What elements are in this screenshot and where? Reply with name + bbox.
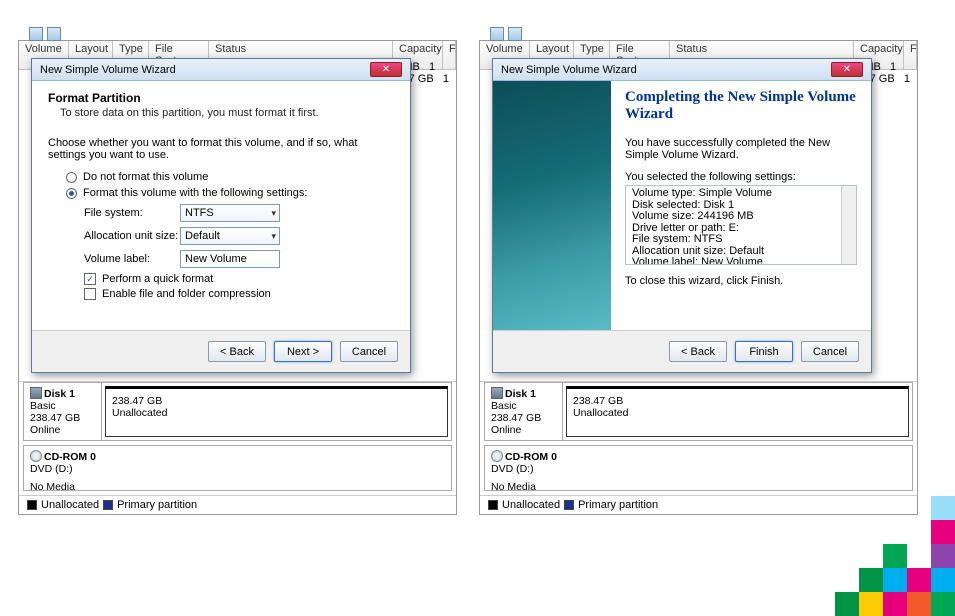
wizard-titlebar[interactable]: New Simple Volume Wizard ✕ <box>493 59 871 81</box>
vol-state: Unallocated <box>573 407 902 419</box>
vol-size: 238.47 GB <box>573 395 902 407</box>
summary-line: Volume label: New Volume <box>632 257 850 265</box>
radio-label: Format this volume with the following se… <box>83 187 307 199</box>
cd-icon <box>30 450 42 462</box>
cdrom-name: CD-ROM 0 <box>44 451 96 463</box>
disk-status: Online <box>491 424 556 436</box>
label-allocation: Allocation unit size: <box>84 230 180 242</box>
back-button[interactable]: < Back <box>208 341 266 362</box>
cdrom-status: No Media <box>30 481 445 493</box>
summary-line: File system: NTFS <box>632 234 850 246</box>
radio-label: Do not format this volume <box>83 171 208 183</box>
disk-size: 238.47 GB <box>30 412 95 424</box>
toolbar <box>29 27 61 41</box>
radio-icon <box>66 188 77 199</box>
combo-filesystem[interactable]: NTFS <box>180 204 280 222</box>
cd-icon <box>491 450 503 462</box>
toolbar-icon[interactable] <box>490 27 504 41</box>
vol-state: Unallocated <box>112 407 441 419</box>
legend-swatch-unallocated <box>27 500 37 510</box>
scrollbar[interactable] <box>841 186 856 264</box>
check-compression[interactable]: Enable file and folder compression <box>84 288 394 300</box>
legend-swatch-primary <box>103 500 113 510</box>
cdrom-name: CD-ROM 0 <box>505 451 557 463</box>
volume-box[interactable]: 238.47 GB Unallocated <box>105 386 448 437</box>
wizard-banner-image <box>493 81 611 330</box>
legend-swatch-unallocated <box>488 500 498 510</box>
disk-row-disk1[interactable]: Disk 1 Basic 238.47 GB Online 238.47 GB … <box>23 382 452 441</box>
summary-box[interactable]: Volume type: Simple Volume Disk selected… <box>625 185 857 265</box>
disk-mgmt-panel-right: Volume Layout Type File System Status Ca… <box>479 40 918 515</box>
wizard-completing: New Simple Volume Wizard ✕ Completing th… <box>492 58 872 373</box>
combo-allocation[interactable]: Default <box>180 227 280 245</box>
cdrom-status: No Media <box>491 481 906 493</box>
wizard-instruction: Choose whether you want to format this v… <box>48 137 394 161</box>
legend: Unallocated Primary partition <box>19 495 456 514</box>
disk-name: Disk 1 <box>44 388 75 400</box>
disk-row-cdrom[interactable]: CD-ROM 0 DVD (D:) No Media <box>484 445 913 491</box>
wizard-format-partition: New Simple Volume Wizard ✕ Format Partit… <box>31 58 411 373</box>
wizard-message: You have successfully completed the New … <box>625 137 857 161</box>
hdd-icon <box>30 387 42 399</box>
disk-size: 238.47 GB <box>491 412 556 424</box>
summary-line: Volume type: Simple Volume <box>632 188 850 200</box>
back-button[interactable]: < Back <box>669 341 727 362</box>
disk-status: Online <box>30 424 95 436</box>
disk-row-cdrom[interactable]: CD-ROM 0 DVD (D:) No Media <box>23 445 452 491</box>
disk-name: Disk 1 <box>505 388 536 400</box>
disk-type: Basic <box>491 400 556 412</box>
disk-row-disk1[interactable]: Disk 1 Basic 238.47 GB Online 238.47 GB … <box>484 382 913 441</box>
disk-graphic-area: Disk 1 Basic 238.47 GB Online 238.47 GB … <box>480 381 917 514</box>
wizard-title: New Simple Volume Wizard <box>40 64 176 76</box>
finish-button[interactable]: Finish <box>735 341 793 362</box>
cdrom-path: DVD (D:) <box>30 463 445 475</box>
wizard-title: New Simple Volume Wizard <box>501 64 637 76</box>
cdrom-path: DVD (D:) <box>491 463 906 475</box>
radio-icon <box>66 172 77 183</box>
legend-label: Unallocated <box>502 499 560 511</box>
close-instruction: To close this wizard, click Finish. <box>625 275 857 287</box>
input-volume-label[interactable]: New Volume <box>180 250 280 268</box>
wizard-subtitle: To store data on this partition, you mus… <box>60 107 394 119</box>
legend-label: Primary partition <box>578 499 658 511</box>
checkbox-icon <box>84 288 96 300</box>
legend-swatch-primary <box>564 500 574 510</box>
check-label: Perform a quick format <box>102 273 213 285</box>
disk-graphic-area: Disk 1 Basic 238.47 GB Online 238.47 GB … <box>19 381 456 514</box>
cancel-button[interactable]: Cancel <box>801 341 859 362</box>
disk-type: Basic <box>30 400 95 412</box>
radio-format[interactable]: Format this volume with the following se… <box>66 187 394 199</box>
label-volume: Volume label: <box>84 253 180 265</box>
wizard-titlebar[interactable]: New Simple Volume Wizard ✕ <box>32 59 410 81</box>
wizard-heading: Completing the New Simple Volume Wizard <box>625 89 857 123</box>
legend-label: Unallocated <box>41 499 99 511</box>
label-filesystem: File system: <box>84 207 180 219</box>
toolbar-icon[interactable] <box>29 27 43 41</box>
disk-mgmt-panel-left: Volume Layout Type File System Status Ca… <box>18 40 457 515</box>
radio-no-format[interactable]: Do not format this volume <box>66 171 394 183</box>
toolbar <box>490 27 522 41</box>
check-label: Enable file and folder compression <box>102 288 271 300</box>
checkbox-icon: ✓ <box>84 273 96 285</box>
check-quick-format[interactable]: ✓ Perform a quick format <box>84 273 394 285</box>
toolbar-icon[interactable] <box>508 27 522 41</box>
toolbar-icon[interactable] <box>47 27 61 41</box>
close-button[interactable]: ✕ <box>831 62 863 77</box>
wizard-heading: Format Partition <box>48 91 394 105</box>
cancel-button[interactable]: Cancel <box>340 341 398 362</box>
summary-label: You selected the following settings: <box>625 171 857 183</box>
vol-size: 238.47 GB <box>112 395 441 407</box>
summary-line: Volume size: 244196 MB <box>632 211 850 223</box>
volume-box[interactable]: 238.47 GB Unallocated <box>566 386 909 437</box>
hdd-icon <box>491 387 503 399</box>
next-button[interactable]: Next > <box>274 341 332 362</box>
decorative-pixels <box>835 496 955 616</box>
close-button[interactable]: ✕ <box>370 62 402 77</box>
legend-label: Primary partition <box>117 499 197 511</box>
